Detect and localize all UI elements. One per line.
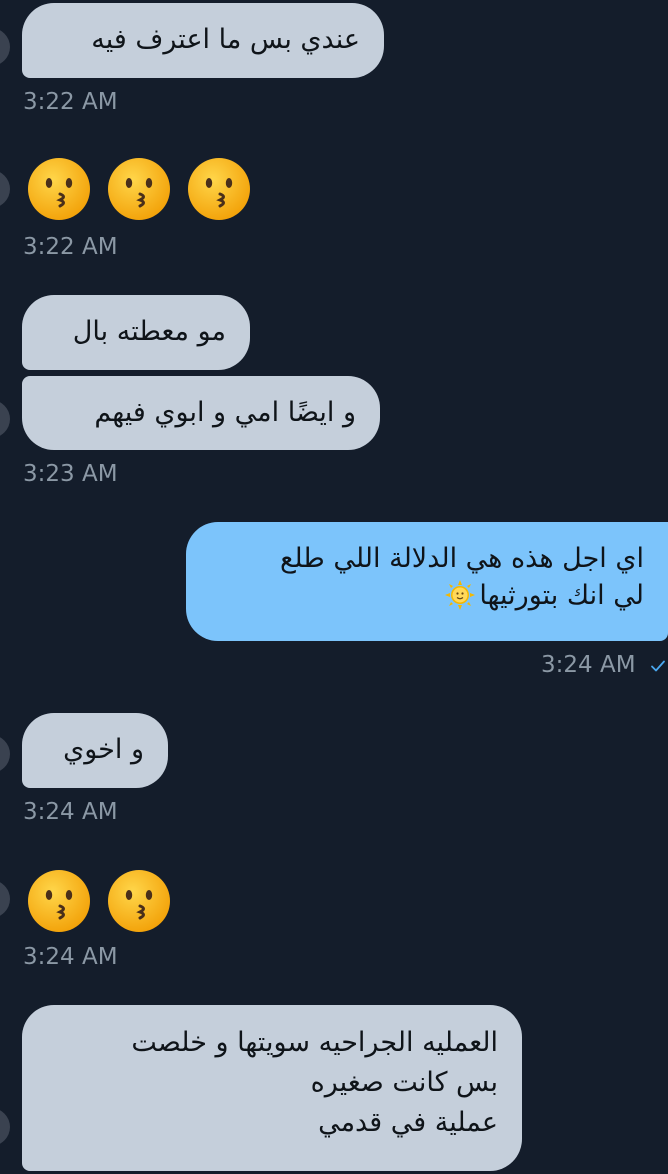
message-bubble-incoming[interactable]: و اخوي	[22, 713, 168, 788]
message-bubble-incoming[interactable]: العمليه الجراحيه سويتها و خلصت بس كانت ص…	[22, 1005, 522, 1171]
message-timestamp: 3:22 AM	[23, 234, 118, 260]
avatar[interactable]	[0, 1108, 10, 1146]
message-text: و ايضًا امي و ابوي فيهم	[94, 397, 356, 428]
emoji-message[interactable]	[26, 156, 252, 222]
message-bubble-incoming[interactable]: و ايضًا امي و ابوي فيهم	[22, 376, 380, 450]
kissing-face-icon	[188, 158, 250, 220]
emoji-message[interactable]	[26, 868, 172, 934]
kissing-face-icon	[28, 158, 90, 220]
message-timestamp: 3:22 AM	[23, 89, 118, 115]
conversation-view: عندي بس ما اعترف فيه 3:22 AM 3:22 AM مو …	[0, 0, 668, 1174]
avatar[interactable]	[0, 735, 10, 773]
message-text: لي انك بتورثيها	[479, 580, 644, 611]
message-bubble-incoming[interactable]: مو معطته بال	[22, 295, 250, 370]
message-timestamp: 3:24 AM	[541, 652, 636, 678]
avatar[interactable]	[0, 400, 10, 438]
avatar[interactable]	[0, 170, 10, 208]
message-bubble-incoming[interactable]: عندي بس ما اعترف فيه	[22, 3, 384, 78]
avatar[interactable]	[0, 28, 10, 66]
message-bubble-outgoing[interactable]: اي اجل هذه هي الدلالة اللي طلع لي انك بت…	[186, 522, 668, 641]
sun-with-face-icon	[445, 580, 476, 610]
message-text: العمليه الجراحيه سويتها و خلصت	[131, 1027, 498, 1058]
kissing-face-icon	[28, 870, 90, 932]
message-text: عملية في قدمي	[318, 1107, 498, 1138]
message-timestamp: 3:23 AM	[23, 461, 118, 487]
message-timestamp: 3:24 AM	[23, 799, 118, 825]
kissing-face-icon	[108, 870, 170, 932]
message-text: بس كانت صغيره	[310, 1067, 498, 1098]
avatar[interactable]	[0, 880, 10, 918]
message-text: مو معطته بال	[72, 316, 226, 347]
message-text: و اخوي	[63, 734, 144, 765]
message-timestamp: 3:24 AM	[23, 944, 118, 970]
message-text: اي اجل هذه هي الدلالة اللي طلع	[279, 543, 644, 574]
message-text-line-2: لي انك بتورثيها	[210, 577, 644, 614]
checkmark-icon	[651, 660, 665, 672]
kissing-face-icon	[108, 158, 170, 220]
message-text: عندي بس ما اعترف فيه	[91, 24, 360, 55]
